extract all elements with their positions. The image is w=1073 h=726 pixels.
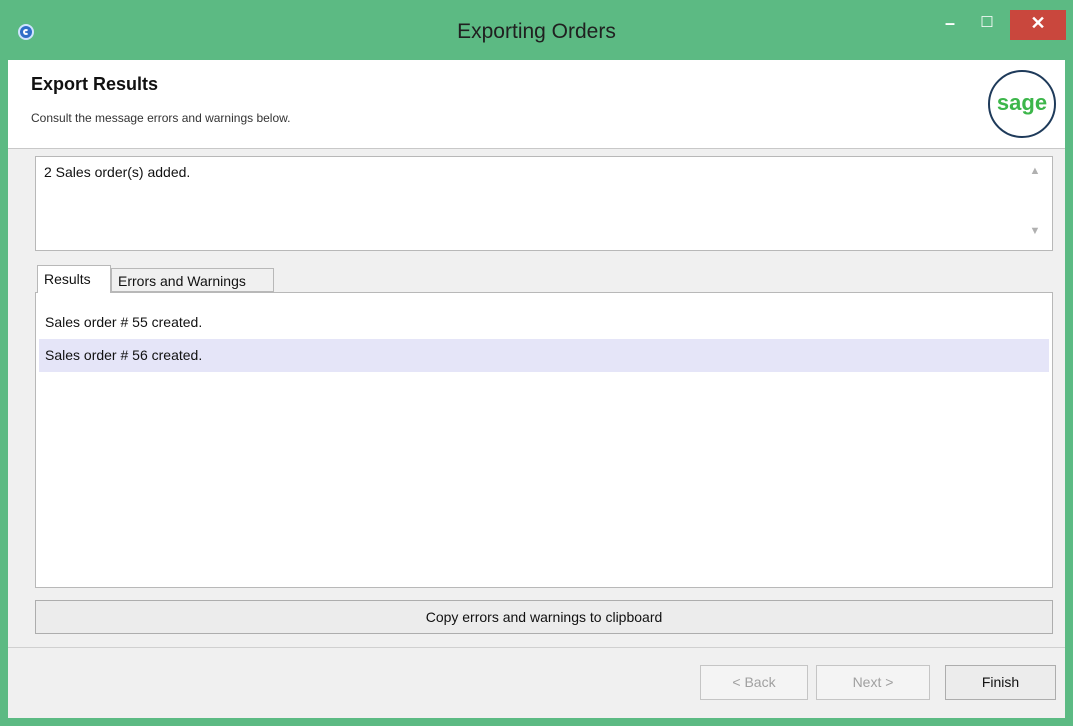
title-bar[interactable]: Exporting Orders – ☐ ✕ — [0, 0, 1073, 60]
scroll-down-icon[interactable]: ▼ — [1026, 225, 1044, 241]
footer-divider — [8, 647, 1065, 648]
close-button[interactable]: ✕ — [1010, 10, 1066, 40]
page-title: Export Results — [31, 74, 159, 94]
summary-text: 2 Sales order(s) added. — [44, 164, 191, 180]
summary-textbox[interactable]: 2 Sales order(s) added. ▲ ▼ — [35, 156, 1053, 251]
dialog-body: Export Results Consult the message error… — [8, 60, 1065, 718]
scroll-up-icon[interactable]: ▲ — [1026, 165, 1044, 181]
wizard-header: Export Results Consult the message error… — [8, 60, 1065, 149]
back-button[interactable]: < Back — [700, 665, 808, 700]
minimize-button[interactable]: – — [935, 10, 965, 40]
tab-errors-and-warnings[interactable]: Errors and Warnings — [111, 268, 274, 292]
page-subtitle: Consult the message errors and warnings … — [31, 111, 291, 125]
maximize-button[interactable]: ☐ — [972, 10, 1002, 40]
list-item[interactable]: Sales order # 55 created. — [39, 306, 1049, 339]
next-button[interactable]: Next > — [816, 665, 930, 700]
list-item[interactable]: Sales order # 56 created. — [39, 339, 1049, 372]
export-window: Exporting Orders – ☐ ✕ Export Results Co… — [0, 0, 1073, 726]
window-title: Exporting Orders — [457, 20, 616, 43]
finish-button[interactable]: Finish — [945, 665, 1056, 700]
tab-results[interactable]: Results — [37, 265, 111, 293]
results-list: Sales order # 55 created. Sales order # … — [35, 292, 1053, 588]
sage-logo: sage — [988, 70, 1056, 138]
copy-to-clipboard-button[interactable]: Copy errors and warnings to clipboard — [35, 600, 1053, 634]
